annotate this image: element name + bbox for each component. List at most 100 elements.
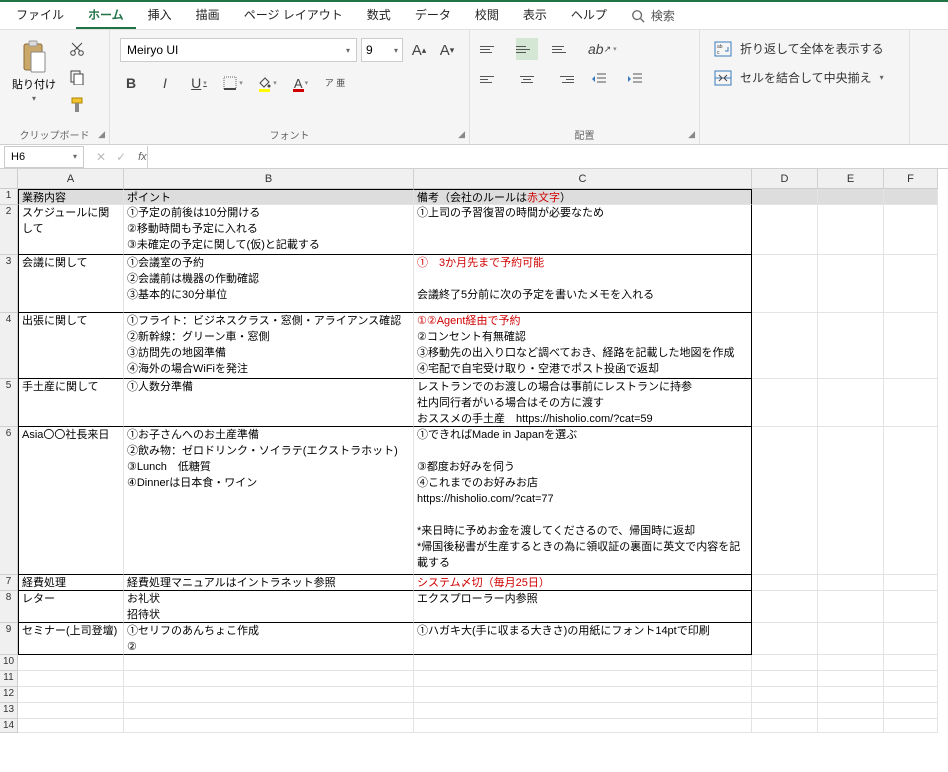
cell[interactable] [818, 703, 884, 719]
row-header[interactable]: 13 [0, 703, 18, 719]
column-header[interactable]: E [818, 169, 884, 189]
cell[interactable]: ①お子さんへのお土産準備 ②飲み物：ゼロドリンク・ソイラテ(エクストラホット) … [124, 427, 414, 575]
cell[interactable]: 経費処理マニュアルはイントラネット参照 [124, 575, 414, 591]
cell[interactable]: ①上司の予習復習の時間が必要なため [414, 205, 752, 255]
cell[interactable] [124, 655, 414, 671]
phonetic-button[interactable]: ア 亜 [324, 72, 346, 94]
cell[interactable]: システム〆切（毎月25日） [414, 575, 752, 591]
paste-button[interactable]: 貼り付け ▾ [8, 38, 60, 105]
cell[interactable] [752, 591, 818, 623]
cell[interactable] [124, 703, 414, 719]
cell[interactable] [884, 205, 938, 255]
merge-center-button[interactable]: セルを結合して中央揃え ▾ [712, 63, 901, 92]
underline-button[interactable]: U▾ [188, 72, 210, 94]
cell[interactable] [752, 427, 818, 575]
cell[interactable] [818, 205, 884, 255]
row-header[interactable]: 8 [0, 591, 18, 623]
menu-tab-8[interactable]: 表示 [511, 2, 559, 29]
menu-tab-0[interactable]: ファイル [4, 2, 76, 29]
row-header[interactable]: 1 [0, 189, 18, 205]
cell[interactable] [752, 313, 818, 379]
cell[interactable] [884, 189, 938, 205]
menu-tab-2[interactable]: 挿入 [136, 2, 184, 29]
cell[interactable] [884, 427, 938, 575]
cell[interactable]: ①予定の前後は10分開ける ②移動時間も予定に入れる ③未確定の予定に関して(仮… [124, 205, 414, 255]
font-name-selector[interactable]: Meiryo UI ▾ [120, 38, 357, 62]
cell[interactable]: ①人数分準備 [124, 379, 414, 427]
cell[interactable] [124, 719, 414, 733]
cell[interactable]: ①できればMade in Japanを選ぶ ③都度お好みを伺う ④これまでのお好… [414, 427, 752, 575]
menu-tab-5[interactable]: 数式 [355, 2, 403, 29]
row-header[interactable]: 7 [0, 575, 18, 591]
row-header[interactable]: 12 [0, 687, 18, 703]
increase-indent-button[interactable] [624, 68, 646, 90]
cell[interactable] [752, 687, 818, 703]
cell[interactable] [884, 687, 938, 703]
cell[interactable] [124, 687, 414, 703]
align-left-button[interactable] [480, 68, 502, 90]
cell[interactable]: ①会議室の予約 ②会議前は機器の作動確認 ③基本的に30分単位 [124, 255, 414, 313]
cell[interactable] [18, 719, 124, 733]
cell[interactable] [18, 687, 124, 703]
column-header[interactable]: A [18, 169, 124, 189]
cell[interactable] [818, 313, 884, 379]
format-painter-button[interactable] [68, 96, 86, 114]
menu-tab-1[interactable]: ホーム [76, 2, 136, 29]
align-top-button[interactable] [480, 38, 502, 60]
cell[interactable] [414, 671, 752, 687]
cell[interactable] [752, 255, 818, 313]
column-header[interactable]: D [752, 169, 818, 189]
wrap-text-button[interactable]: abc 折り返して全体を表示する [712, 34, 901, 63]
menu-tab-3[interactable]: 描画 [184, 2, 232, 29]
cell[interactable] [884, 703, 938, 719]
name-box[interactable]: H6 ▾ [4, 146, 84, 168]
cell[interactable] [884, 379, 938, 427]
formula-bar[interactable] [147, 146, 948, 168]
italic-button[interactable]: I [154, 72, 176, 94]
cell[interactable]: レストランでのお渡しの場合は事前にレストランに持参 社内同行者がいる場合はその方… [414, 379, 752, 427]
cell[interactable] [818, 623, 884, 655]
cell[interactable] [752, 205, 818, 255]
cell[interactable]: ①セリフのあんちょこ作成 ② [124, 623, 414, 655]
column-header[interactable]: C [414, 169, 752, 189]
dialog-launcher-icon[interactable]: ◢ [98, 129, 105, 140]
cell[interactable] [818, 719, 884, 733]
align-bottom-button[interactable] [552, 38, 574, 60]
cell[interactable] [818, 427, 884, 575]
cell[interactable] [124, 671, 414, 687]
cell[interactable] [18, 703, 124, 719]
cell[interactable] [18, 671, 124, 687]
cell[interactable]: ①フライト：ビジネスクラス・窓側・アライアンス確認 ②新幹線：グリーン車・窓側 … [124, 313, 414, 379]
cell[interactable] [818, 575, 884, 591]
cell[interactable] [752, 575, 818, 591]
increase-font-button[interactable]: A▴ [407, 38, 431, 62]
row-header[interactable]: 2 [0, 205, 18, 255]
cell[interactable]: セミナー(上司登壇) [18, 623, 124, 655]
cell[interactable]: 業務内容 [18, 189, 124, 205]
cell[interactable] [818, 255, 884, 313]
cell[interactable]: 出張に関して [18, 313, 124, 379]
row-header[interactable]: 10 [0, 655, 18, 671]
font-color-button[interactable]: A▾ [290, 72, 312, 94]
cell[interactable]: ①②Agent経由で予約 ②コンセント有無確認 ③移動先の出入り口など調べておき… [414, 313, 752, 379]
cell[interactable]: Asia〇〇社長来日 [18, 427, 124, 575]
cell[interactable] [884, 655, 938, 671]
row-header[interactable]: 9 [0, 623, 18, 655]
confirm-icon[interactable]: ✓ [116, 150, 126, 164]
cell[interactable] [884, 591, 938, 623]
cell[interactable] [18, 655, 124, 671]
cell[interactable] [818, 591, 884, 623]
row-header[interactable]: 5 [0, 379, 18, 427]
cell[interactable] [414, 655, 752, 671]
cell[interactable] [884, 671, 938, 687]
dialog-launcher-icon[interactable]: ◢ [688, 129, 695, 140]
cell[interactable]: エクスプローラー内参照 [414, 591, 752, 623]
cell[interactable] [818, 671, 884, 687]
align-middle-button[interactable] [516, 38, 538, 60]
cell[interactable] [752, 623, 818, 655]
cell[interactable]: 手土産に関して [18, 379, 124, 427]
cell[interactable]: ①ハガキ大(手に収まる大きさ)の用紙にフォント14ptで印刷 [414, 623, 752, 655]
cell[interactable] [884, 575, 938, 591]
menu-tab-4[interactable]: ページ レイアウト [232, 2, 355, 29]
cell[interactable] [884, 719, 938, 733]
